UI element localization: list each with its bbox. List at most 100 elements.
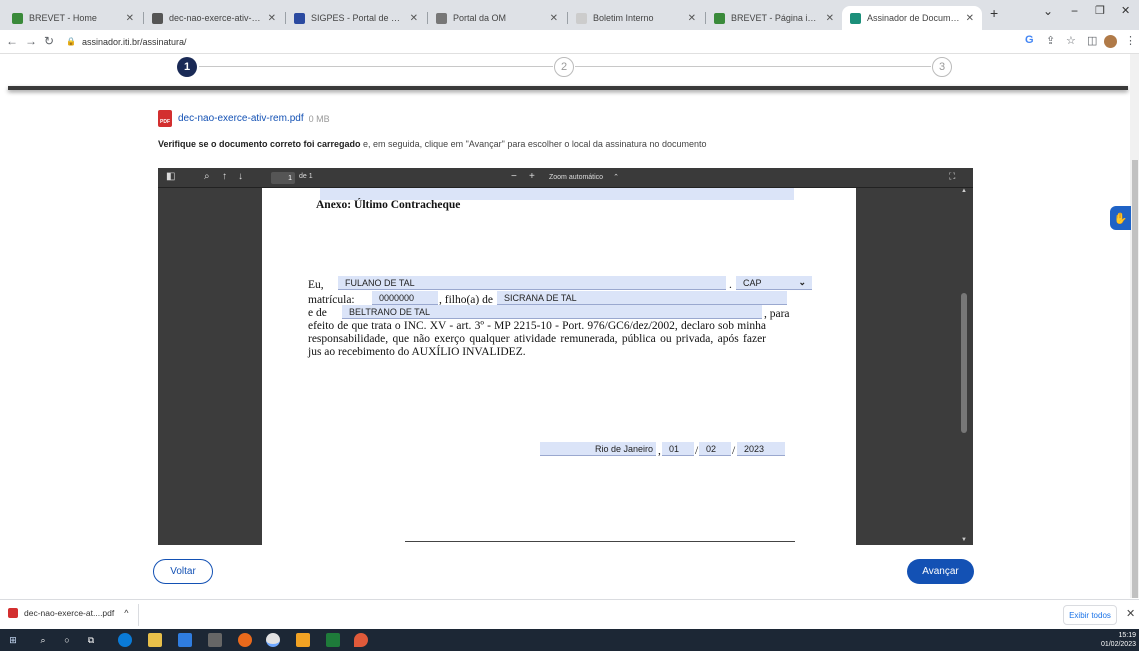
- stepper-connector: [199, 66, 553, 67]
- edge-icon[interactable]: [118, 633, 132, 647]
- accessibility-hand-icon[interactable]: ✋: [1110, 206, 1131, 230]
- close-tab-icon[interactable]: ✕: [826, 13, 834, 24]
- restore-button[interactable]: ❐: [1095, 4, 1105, 17]
- tab-pdf-document[interactable]: dec-nao-exerce-ativ-rem.pdf ✕: [144, 6, 284, 30]
- next-page-icon[interactable]: ↓: [238, 171, 243, 182]
- scroll-down-icon[interactable]: ▼: [961, 537, 967, 543]
- step-1-active: 1: [177, 57, 197, 77]
- mother-name-field[interactable]: SICRANA DE TAL: [497, 291, 787, 305]
- tab-boletim-interno[interactable]: Boletim Interno ✕: [568, 6, 704, 30]
- assinador-favicon-icon: [850, 13, 861, 24]
- city-field[interactable]: Rio de Janeiro: [540, 442, 656, 456]
- app-drop-icon[interactable]: [354, 633, 368, 647]
- month-field[interactable]: 02: [699, 442, 731, 456]
- tab-assinador-active[interactable]: Assinador de Documentos | Ass ✕: [842, 6, 982, 30]
- page-count: de 1: [299, 173, 313, 180]
- matricula-field[interactable]: 0000000: [372, 291, 438, 305]
- calendar-icon[interactable]: [208, 633, 222, 647]
- tab-title: Boletim Interno: [593, 13, 682, 23]
- scroll-up-icon[interactable]: ▲: [961, 188, 967, 194]
- file-name-link[interactable]: dec-nao-exerce-ativ-rem.pdf: [178, 113, 304, 124]
- minimize-button[interactable]: −: [1071, 4, 1078, 18]
- bookmark-star-icon[interactable]: ☆: [1066, 34, 1076, 47]
- next-button[interactable]: Avançar: [907, 559, 974, 584]
- sidebar-icon[interactable]: ◫: [1087, 34, 1097, 47]
- close-window-button[interactable]: ✕: [1121, 4, 1130, 17]
- tab-title: SIGPES - Portal de Serviços TI: [311, 13, 404, 23]
- zoom-select[interactable]: Zoom automático⌃: [549, 173, 619, 181]
- back-button[interactable]: Voltar: [153, 559, 213, 584]
- close-tab-icon[interactable]: ✕: [126, 13, 134, 24]
- step-3: 3: [932, 57, 952, 77]
- url-field[interactable]: 🔒 assinador.iti.br/assinatura/: [66, 33, 1016, 50]
- tab-title: Portal da OM: [453, 13, 544, 23]
- name-field[interactable]: FULANO DE TAL: [338, 276, 726, 290]
- windows-start-icon[interactable]: ⊞: [6, 633, 20, 647]
- zoom-out-button[interactable]: −: [511, 171, 517, 182]
- back-arrow-icon[interactable]: ←: [6, 34, 18, 48]
- brevet-favicon-icon: [12, 13, 23, 24]
- download-bar: dec-nao-exerce-at....pdf ^ Exibir todos …: [0, 599, 1139, 629]
- close-download-bar-button[interactable]: ✕: [1126, 607, 1135, 620]
- pdf-scrollbar-thumb[interactable]: [961, 293, 967, 433]
- fullscreen-icon[interactable]: ⛶: [949, 171, 955, 182]
- url-text: assinador.iti.br/assinatura/: [82, 37, 187, 47]
- reload-icon[interactable]: ↻: [44, 34, 54, 48]
- pdf-page: Anexo: Último Contracheque Eu, FULANO DE…: [262, 188, 856, 545]
- firefox-icon[interactable]: [238, 633, 252, 647]
- pdf-file-icon: PDF: [158, 110, 172, 127]
- document-heading: Anexo: Último Contracheque: [316, 199, 460, 211]
- download-item[interactable]: dec-nao-exerce-at....pdf ^: [8, 608, 128, 618]
- forward-arrow-icon[interactable]: →: [25, 34, 37, 48]
- chevron-up-icon[interactable]: ^: [124, 608, 128, 618]
- tab-portal-om[interactable]: Portal da OM ✕: [428, 6, 566, 30]
- share-icon[interactable]: ⇪: [1046, 34, 1055, 47]
- search-icon[interactable]: ⌕: [204, 171, 210, 182]
- zoom-in-button[interactable]: +: [529, 171, 535, 182]
- menu-kebab-icon[interactable]: ⋮: [1125, 34, 1136, 47]
- comma-label: ,: [658, 445, 661, 457]
- chevron-updown-icon: ⌃: [613, 174, 619, 181]
- profile-avatar[interactable]: [1104, 35, 1117, 48]
- mail-icon[interactable]: [178, 633, 192, 647]
- year-field[interactable]: 2023: [737, 442, 785, 456]
- page-number-input[interactable]: 1: [271, 172, 295, 184]
- eu-label: Eu,: [308, 279, 324, 291]
- stepper-connector: [575, 66, 931, 67]
- clock-time: 15:19: [1098, 631, 1136, 640]
- close-tab-icon[interactable]: ✕: [268, 13, 276, 24]
- excel-icon[interactable]: [326, 633, 340, 647]
- close-tab-icon[interactable]: ✕: [410, 13, 418, 24]
- globe-favicon-icon: [152, 13, 163, 24]
- father-name-field[interactable]: BELTRANO DE TAL: [342, 305, 762, 319]
- uploaded-file: PDF dec-nao-exerce-ativ-rem.pdf 0 MB: [158, 110, 330, 127]
- day-field[interactable]: 01: [662, 442, 694, 456]
- tab-brevet-inicial[interactable]: BREVET - Página inicial ✕: [706, 6, 842, 30]
- page-scrollbar-thumb[interactable]: [1132, 160, 1138, 598]
- pdf-file-icon: [8, 608, 18, 618]
- sidebar-toggle-icon[interactable]: ◧: [166, 171, 175, 182]
- app-icon[interactable]: [296, 633, 310, 647]
- file-explorer-icon[interactable]: [148, 633, 162, 647]
- tab-sigpes[interactable]: SIGPES - Portal de Serviços TI ✕: [286, 6, 426, 30]
- tab-search-icon[interactable]: ⌄: [1043, 4, 1053, 18]
- page-scrollbar[interactable]: [1130, 54, 1139, 598]
- windows-taskbar: ⊞ ⌕ ○ ⧉ 15:19 01/02/2023: [0, 629, 1139, 651]
- tab-brevet-home[interactable]: BREVET - Home ✕: [4, 6, 142, 30]
- google-icon[interactable]: G: [1025, 34, 1034, 46]
- new-tab-button[interactable]: +: [990, 5, 998, 21]
- cortana-circle-icon[interactable]: ○: [60, 633, 74, 647]
- para-label: , para: [764, 308, 790, 320]
- declaration-body: efeito de que trata o INC. XV - art. 3º …: [308, 320, 766, 359]
- pdf-scrollbar[interactable]: ▲ ▼: [958, 188, 971, 545]
- search-icon[interactable]: ⌕: [36, 633, 50, 647]
- close-tab-icon[interactable]: ✕: [966, 13, 974, 24]
- task-view-icon[interactable]: ⧉: [84, 633, 98, 647]
- system-clock[interactable]: 15:19 01/02/2023: [1098, 631, 1136, 649]
- chrome-icon[interactable]: [266, 633, 280, 647]
- rank-select[interactable]: CAP ⌄: [736, 276, 812, 290]
- show-all-button[interactable]: Exibir todos: [1063, 605, 1117, 625]
- close-tab-icon[interactable]: ✕: [550, 13, 558, 24]
- previous-page-icon[interactable]: ↑: [222, 171, 227, 182]
- close-tab-icon[interactable]: ✕: [688, 13, 696, 24]
